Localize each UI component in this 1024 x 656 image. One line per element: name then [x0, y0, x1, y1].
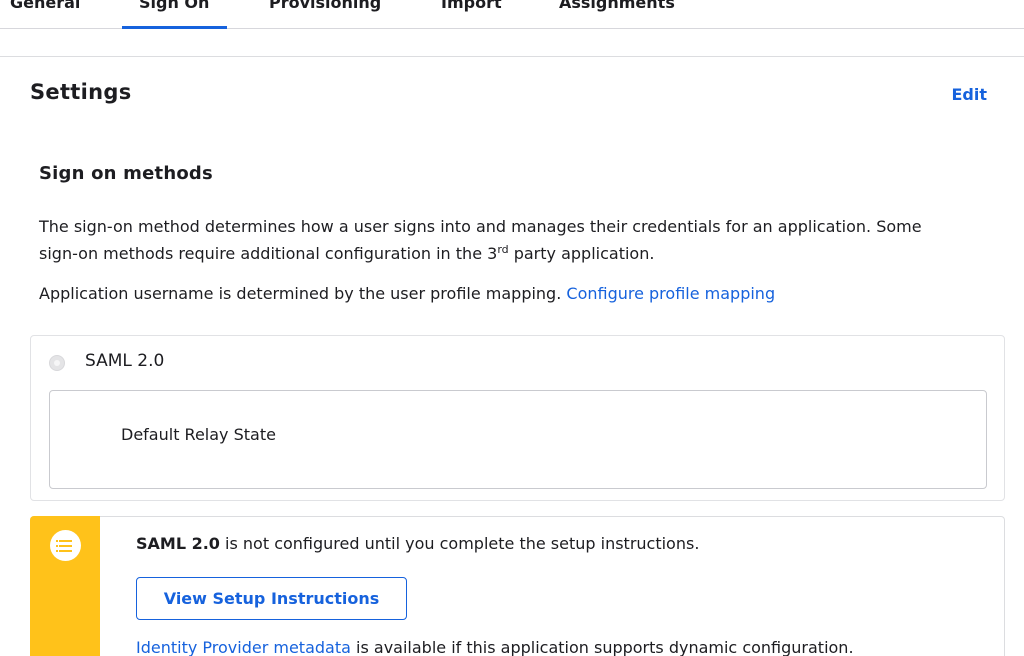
relay-state-field: Default Relay State: [49, 390, 987, 489]
saml-radio-button[interactable]: [49, 355, 65, 371]
metadata-note: Identity Provider metadata is available …: [136, 638, 854, 656]
callout-message: SAML 2.0 is not configured until you com…: [136, 534, 699, 553]
settings-panel: Settings Edit Sign on methods The sign-o…: [0, 56, 1024, 656]
tab-assignments[interactable]: Assignments: [559, 0, 675, 29]
tab-content-spacer: [0, 29, 1024, 56]
callout-warning-bar: [30, 516, 100, 656]
saml-option-label: SAML 2.0: [85, 351, 165, 371]
settings-title: Settings: [30, 80, 132, 104]
identity-provider-metadata-link[interactable]: Identity Provider metadata: [136, 638, 351, 656]
tab-provisioning[interactable]: Provisioning: [269, 0, 381, 29]
callout-message-text: is not configured until you complete the…: [225, 534, 700, 553]
view-setup-instructions-button[interactable]: View Setup Instructions: [136, 577, 407, 620]
callout-message-bold: SAML 2.0: [136, 534, 220, 553]
tab-general[interactable]: General: [10, 0, 80, 29]
profile-mapping-note: Application username is determined by th…: [39, 281, 979, 307]
sign-on-methods-heading: Sign on methods: [39, 163, 213, 184]
saml-option-card: SAML 2.0 Default Relay State: [30, 335, 1005, 501]
list-icon: [50, 530, 81, 561]
tab-bar: General Sign On Provisioning Import Assi…: [0, 0, 1024, 29]
tab-sign-on[interactable]: Sign On: [121, 0, 228, 29]
edit-button[interactable]: Edit: [951, 85, 987, 104]
metadata-note-text: is available if this application support…: [356, 638, 854, 656]
relay-state-label: Default Relay State: [121, 425, 276, 444]
configure-profile-mapping-link[interactable]: Configure profile mapping: [566, 284, 775, 303]
profile-mapping-text: Application username is determined by th…: [39, 284, 562, 303]
sign-on-description: The sign-on method determines how a user…: [39, 213, 959, 267]
setup-warning-callout: SAML 2.0 is not configured until you com…: [30, 516, 1005, 656]
ordinal-suffix: rd: [497, 243, 509, 256]
sign-on-description-end: party application.: [508, 244, 655, 263]
sign-on-description-main: The sign-on method determines how a user…: [39, 217, 922, 263]
app-sign-on-page: General Sign On Provisioning Import Assi…: [0, 0, 1024, 656]
tab-import[interactable]: Import: [441, 0, 502, 29]
